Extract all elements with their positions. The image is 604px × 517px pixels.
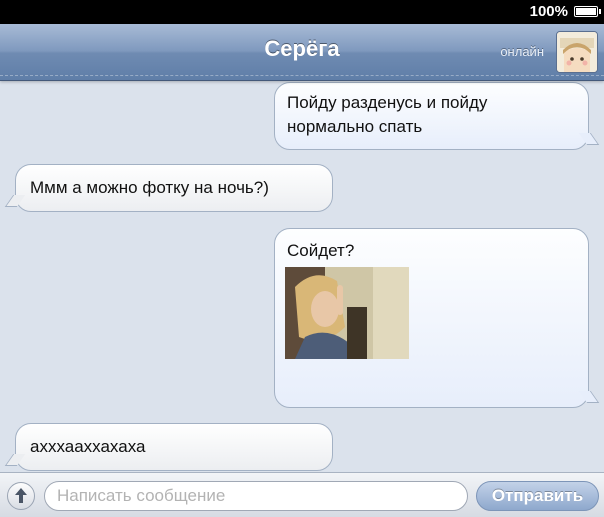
message-bubble-outgoing: Сойдет? <box>274 228 600 408</box>
battery-percent: 100% <box>529 3 568 20</box>
message-list[interactable]: Пойду разденусь и пойду нормально спать … <box>0 80 604 472</box>
battery-icon <box>574 6 601 17</box>
bubble-tail <box>4 454 26 466</box>
avatar-image <box>557 32 597 72</box>
online-status: онлайн <box>500 44 544 59</box>
photo-image <box>285 267 409 359</box>
message-bubble-incoming: ахххааххахаха <box>4 423 333 471</box>
message-text: Пойду разденусь и пойду нормально спать <box>287 93 488 136</box>
message-text: Ммм а можно фотку на ночь?) <box>30 178 269 197</box>
send-button[interactable]: Отправить <box>476 481 599 511</box>
composer-bar: Отправить <box>0 472 604 517</box>
message-text: ахххааххахаха <box>30 437 146 456</box>
avatar[interactable] <box>556 31 598 73</box>
navigation-bar: Серёга онлайн <box>0 24 604 81</box>
message-input[interactable] <box>44 481 468 511</box>
attach-button[interactable] <box>7 482 35 510</box>
message-text: Сойдет? <box>287 241 355 260</box>
message-bubble-outgoing: Пойду разденусь и пойду нормально спать <box>274 82 600 150</box>
photo-attachment[interactable] <box>285 267 409 359</box>
bubble-tail <box>4 195 26 207</box>
message-bubble-incoming: Ммм а можно фотку на ночь?) <box>4 164 333 212</box>
status-bar: 100% <box>0 0 604 24</box>
upload-arrow-icon <box>15 488 27 503</box>
bubble-tail <box>578 391 600 403</box>
bubble-tail <box>578 133 600 145</box>
